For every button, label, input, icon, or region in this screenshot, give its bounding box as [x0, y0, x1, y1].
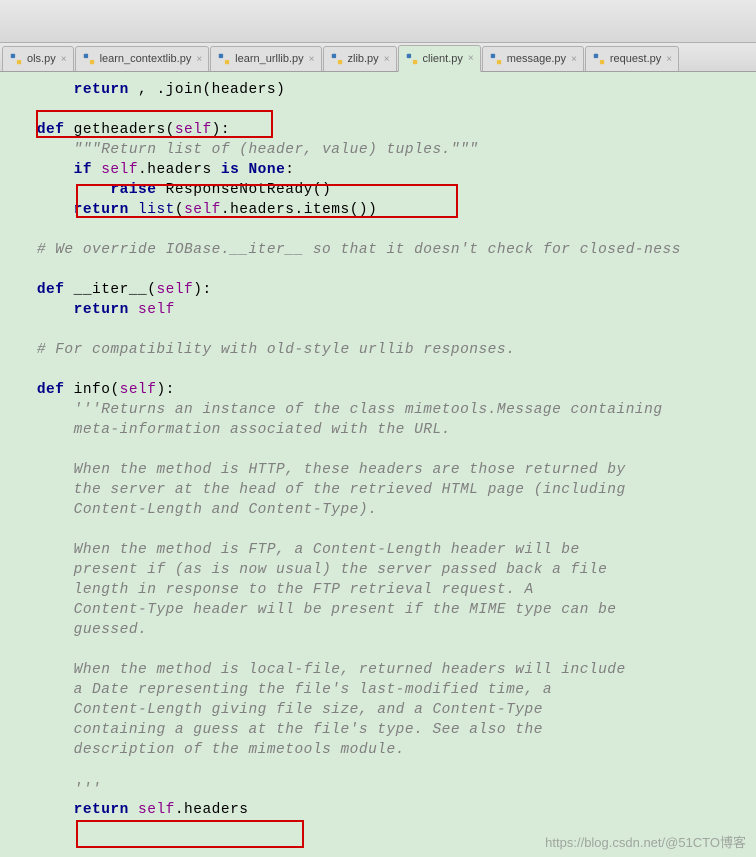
tab-label: learn_contextlib.py	[100, 53, 192, 65]
tab-client[interactable]: client.py ×	[398, 45, 481, 72]
code-editor[interactable]: return , .join(headers) def getheaders(s…	[0, 72, 756, 857]
tab-label: message.py	[507, 53, 566, 65]
close-icon[interactable]: ×	[309, 54, 315, 65]
editor-tab-bar: ols.py × learn_contextlib.py × learn_url…	[0, 43, 756, 72]
tab-label: zlib.py	[348, 53, 379, 65]
code-content[interactable]: return , .join(headers) def getheaders(s…	[0, 72, 756, 820]
tab-zlib[interactable]: zlib.py ×	[323, 46, 397, 71]
tab-label: ols.py	[27, 53, 56, 65]
tab-learn-contextlib[interactable]: learn_contextlib.py ×	[75, 46, 210, 71]
tab-label: request.py	[610, 53, 661, 65]
close-icon[interactable]: ×	[196, 54, 202, 65]
python-file-icon	[330, 52, 344, 66]
tab-ols[interactable]: ols.py ×	[2, 46, 74, 71]
tab-request[interactable]: request.py ×	[585, 46, 679, 71]
tab-learn-urllib[interactable]: learn_urllib.py ×	[210, 46, 321, 71]
watermark-text: https://blog.csdn.net/@51CTO博客	[545, 832, 746, 851]
python-file-icon	[405, 52, 419, 66]
close-icon[interactable]: ×	[666, 54, 672, 65]
toolbar-background	[0, 0, 756, 43]
python-file-icon	[489, 52, 503, 66]
highlight-box-3	[76, 820, 304, 848]
tab-label: learn_urllib.py	[235, 53, 303, 65]
python-file-icon	[217, 52, 231, 66]
python-file-icon	[82, 52, 96, 66]
close-icon[interactable]: ×	[571, 54, 577, 65]
tab-label: client.py	[423, 53, 463, 65]
python-file-icon	[592, 52, 606, 66]
close-icon[interactable]: ×	[61, 54, 67, 65]
tab-message[interactable]: message.py ×	[482, 46, 584, 71]
close-icon[interactable]: ×	[468, 53, 474, 64]
close-icon[interactable]: ×	[384, 54, 390, 65]
python-file-icon	[9, 52, 23, 66]
